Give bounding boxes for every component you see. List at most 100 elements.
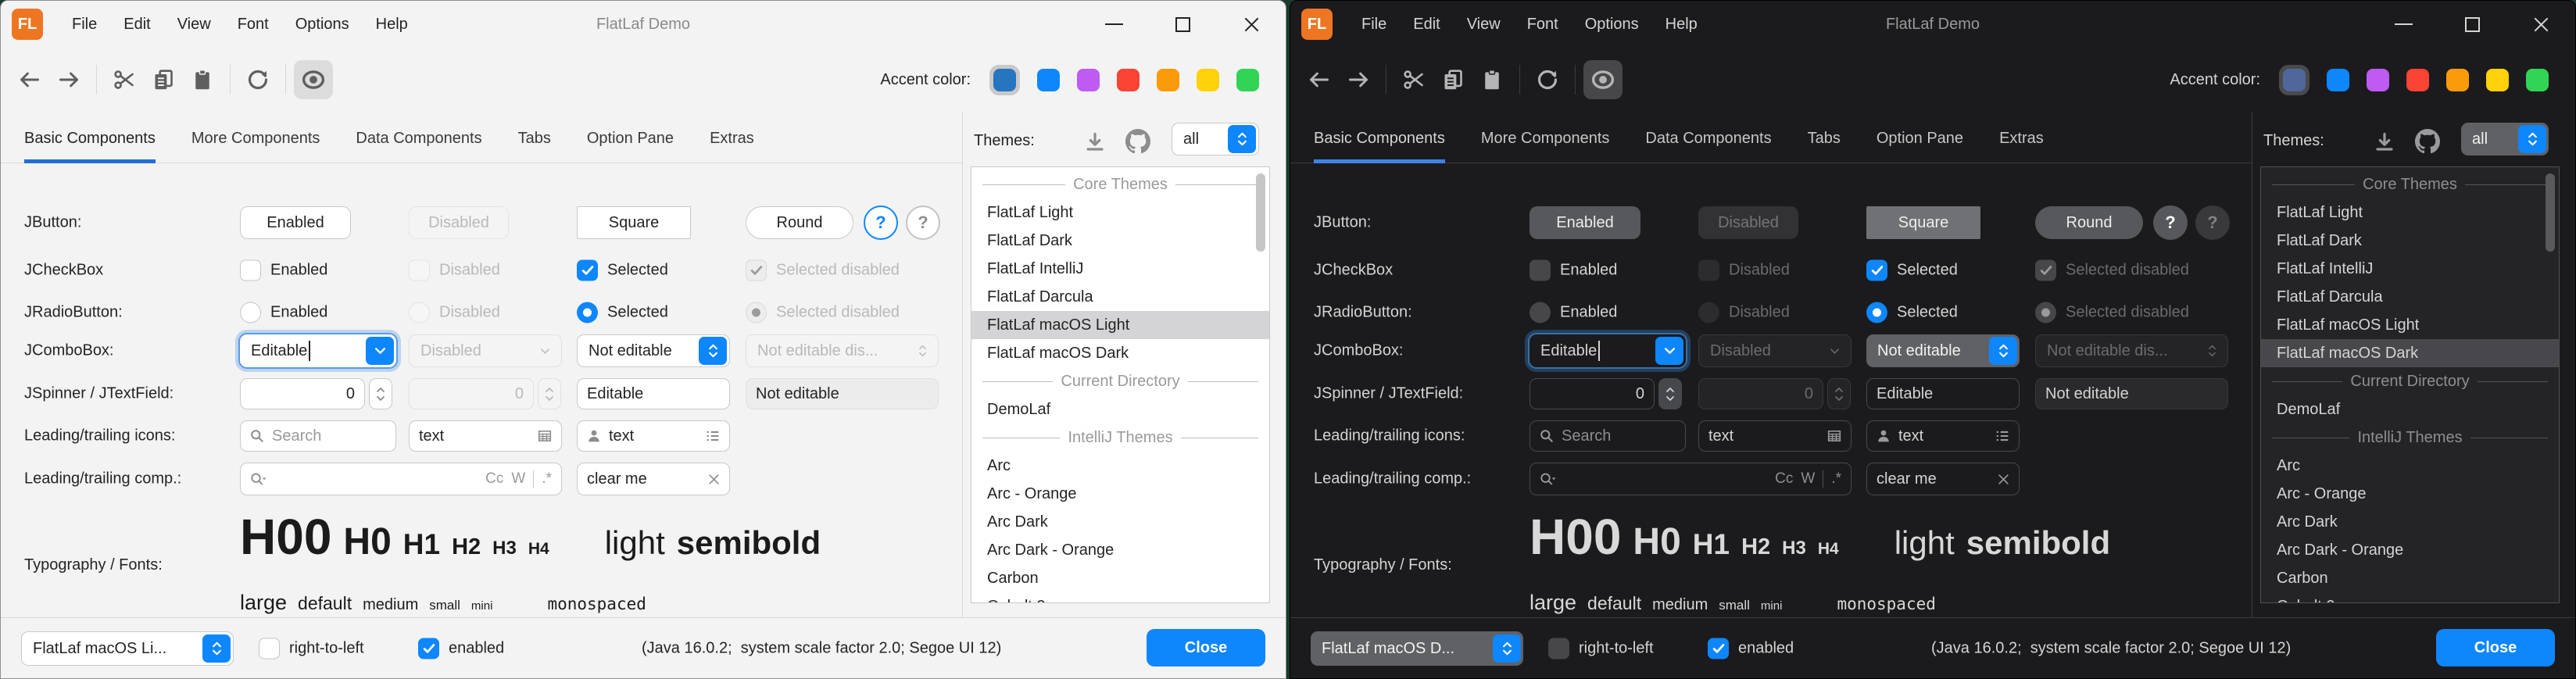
theme-item[interactable]: FlatLaf macOS Dark (971, 339, 1269, 367)
round-button[interactable]: Round (746, 206, 853, 239)
spinner[interactable]: 0 (1530, 378, 1682, 409)
menu-options[interactable]: Options (282, 1, 363, 48)
theme-item[interactable]: DemoLaf (971, 395, 1269, 423)
accent-swatch-green[interactable] (1236, 69, 1259, 91)
combobox-updown-button[interactable] (699, 337, 727, 365)
theme-item[interactable]: FlatLaf macOS Dark (2261, 339, 2559, 367)
accent-swatch-yellow[interactable] (2486, 69, 2509, 91)
back-button[interactable] (1300, 60, 1339, 99)
editable-textfield[interactable]: Editable (1866, 378, 2020, 409)
list-icon[interactable] (706, 429, 720, 443)
theme-item[interactable]: FlatLaf macOS Light (971, 311, 1269, 339)
search-field[interactable]: Search (240, 420, 396, 452)
download-theme-button[interactable] (1085, 132, 1105, 152)
accent-swatch-blue[interactable] (1037, 69, 1060, 91)
combobox-updown-button[interactable] (1989, 337, 2017, 365)
clear-x-icon[interactable] (1998, 474, 2009, 485)
checkbox-selected[interactable]: Selected (1866, 260, 1958, 281)
radio-selected[interactable]: Selected (577, 302, 668, 323)
accent-swatch-red[interactable] (2406, 69, 2429, 91)
whole-words-button[interactable]: W (511, 470, 525, 488)
menu-edit[interactable]: Edit (110, 1, 163, 48)
spinner-arrows[interactable] (369, 378, 392, 409)
checkbox-selected[interactable]: Selected (577, 260, 668, 281)
themes-list[interactable]: Core Themes FlatLaf Light FlatLaf Dark F… (2260, 166, 2560, 603)
refresh-button[interactable] (1528, 60, 1567, 99)
search-field[interactable]: Search (1530, 420, 1686, 452)
spinner[interactable]: 0 (240, 378, 392, 409)
lookandfeel-combobox[interactable]: FlatLaf macOS D... (1311, 631, 1523, 666)
regex-button[interactable]: .* (542, 470, 552, 488)
theme-item[interactable]: Arc - Orange (2261, 480, 2559, 508)
tab-option-pane[interactable]: Option Pane (587, 130, 674, 163)
radio-enabled[interactable]: Enabled (240, 302, 327, 323)
tab-data-components[interactable]: Data Components (356, 130, 481, 163)
accent-swatch-green[interactable] (2526, 69, 2549, 91)
text-field-person[interactable]: text (577, 420, 730, 452)
combobox-updown-button[interactable] (1493, 634, 1521, 663)
noneditable-combobox[interactable]: Not editable (577, 334, 730, 367)
minimize-button[interactable] (1079, 1, 1148, 48)
enabled-button[interactable]: Enabled (1530, 206, 1640, 239)
menu-help[interactable]: Help (1652, 1, 1711, 48)
theme-item[interactable]: Arc Dark - Orange (2261, 536, 2559, 564)
accent-swatch-red[interactable] (1117, 69, 1140, 91)
right-to-left-checkbox[interactable]: right-to-left (259, 638, 364, 659)
theme-item[interactable]: FlatLaf Light (971, 198, 1269, 227)
theme-item[interactable]: FlatLaf macOS Light (2261, 311, 2559, 339)
calendar-grid-icon[interactable] (1827, 429, 1841, 443)
right-to-left-checkbox[interactable]: right-to-left (1548, 638, 1654, 659)
enabled-checkbox[interactable]: enabled (1708, 638, 1794, 659)
download-theme-button[interactable] (2374, 132, 2395, 152)
clear-me-field[interactable]: clear me (1866, 463, 2020, 495)
help-button[interactable]: ? (2153, 205, 2188, 240)
radio-selected[interactable]: Selected (1866, 302, 1958, 323)
forward-button[interactable] (49, 60, 88, 99)
menu-font[interactable]: Font (1514, 1, 1572, 48)
enabled-checkbox[interactable]: enabled (418, 638, 504, 659)
search-dropdown-icon[interactable] (1540, 472, 1557, 487)
menu-help[interactable]: Help (363, 1, 421, 48)
menu-edit[interactable]: Edit (1400, 1, 1453, 48)
themes-scrollbar[interactable] (2546, 173, 2555, 252)
paste-button[interactable] (1472, 60, 1512, 99)
spinner-arrows[interactable] (1658, 378, 1682, 409)
forward-button[interactable] (1339, 60, 1378, 99)
close-button[interactable]: Close (2436, 629, 2555, 666)
theme-item[interactable]: Arc Dark - Orange (971, 536, 1269, 564)
combobox-updown-button[interactable] (1228, 125, 1256, 153)
combobox-updown-button[interactable] (2518, 125, 2546, 153)
close-button[interactable]: Close (1147, 629, 1265, 666)
combobox-dropdown-button[interactable] (366, 337, 394, 365)
theme-item[interactable]: FlatLaf Darcula (971, 283, 1269, 311)
whole-words-button[interactable]: W (1801, 470, 1815, 488)
theme-item[interactable]: Carbon (971, 564, 1269, 592)
accent-swatch-purple[interactable] (2367, 69, 2389, 91)
maximize-button[interactable] (2438, 1, 2506, 48)
match-case-button[interactable]: Cc (1775, 470, 1793, 488)
maximize-button[interactable] (1148, 1, 1217, 48)
themes-filter-combobox[interactable]: all (2461, 123, 2549, 155)
tab-tabs[interactable]: Tabs (518, 130, 551, 163)
menu-font[interactable]: Font (224, 1, 282, 48)
square-button[interactable]: Square (1866, 206, 1980, 239)
editable-combobox[interactable]: Editable (240, 334, 396, 367)
tab-more-components[interactable]: More Components (1481, 130, 1610, 163)
theme-item[interactable]: Cobalt 2 (971, 592, 1269, 603)
clear-me-field[interactable]: clear me (577, 463, 730, 495)
square-button[interactable]: Square (577, 206, 691, 239)
menu-view[interactable]: View (164, 1, 224, 48)
menu-view[interactable]: View (1454, 1, 1514, 48)
accent-swatch-orange[interactable] (1157, 69, 1179, 91)
copy-button[interactable] (1433, 60, 1472, 99)
clear-x-icon[interactable] (708, 474, 720, 485)
back-button[interactable] (10, 60, 49, 99)
themes-scrollbar[interactable] (1256, 173, 1265, 252)
combobox-updown-button[interactable] (202, 634, 231, 663)
round-button[interactable]: Round (2035, 206, 2143, 239)
theme-item[interactable]: FlatLaf Darcula (2261, 283, 2559, 311)
github-link-button[interactable] (1125, 129, 1150, 154)
theme-item[interactable]: Cobalt 2 (2261, 592, 2559, 603)
help-button[interactable]: ? (864, 205, 898, 240)
theme-item[interactable]: FlatLaf IntelliJ (2261, 255, 2559, 283)
